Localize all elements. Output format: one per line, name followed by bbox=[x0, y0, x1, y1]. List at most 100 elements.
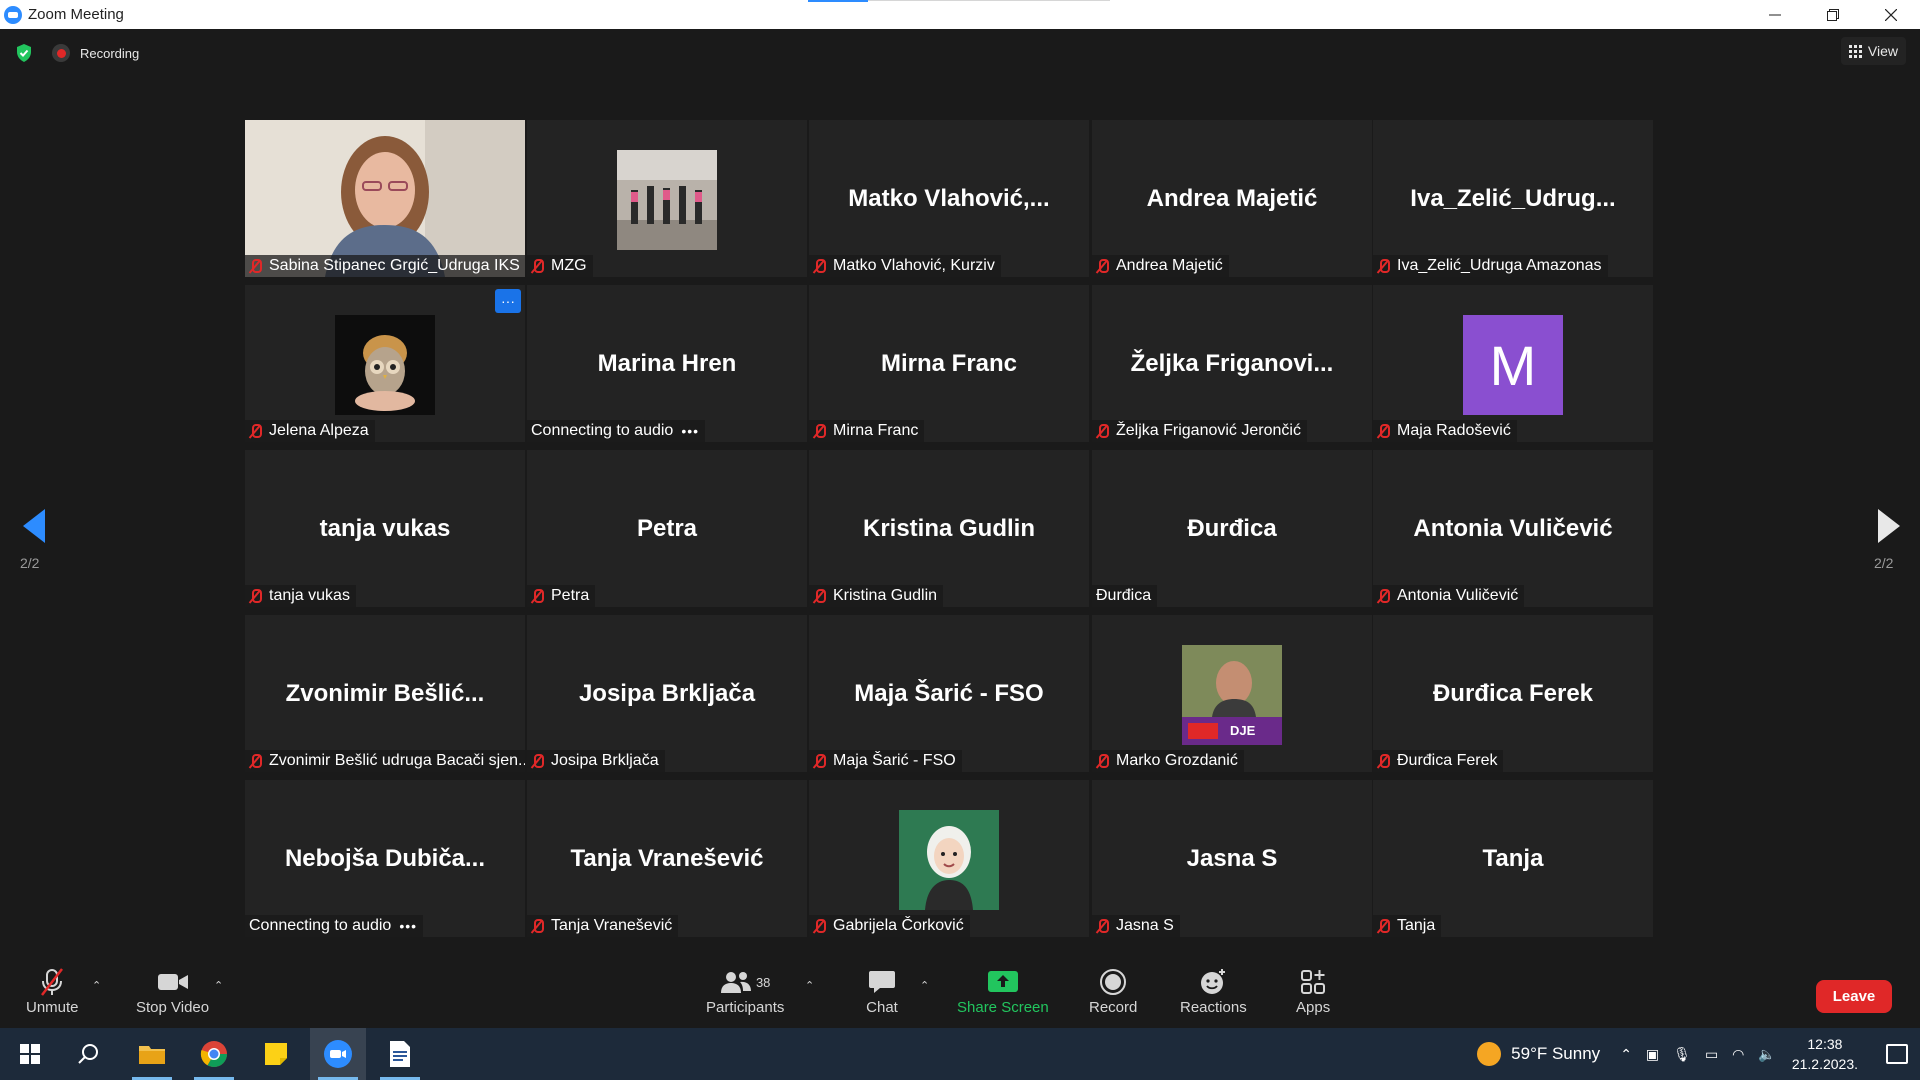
participant-tile[interactable]: Matko Vlahović,... Matko Vlahović, Kurziv bbox=[809, 120, 1089, 277]
wifi-icon[interactable]: ◠ bbox=[1732, 1046, 1744, 1063]
apps-label: Apps bbox=[1296, 999, 1331, 1016]
participant-name-text: Tanja Vranešević bbox=[551, 917, 673, 934]
meet-now-icon[interactable]: ▣ bbox=[1646, 1046, 1659, 1063]
leave-button[interactable]: Leave bbox=[1816, 980, 1892, 1013]
audio-options-caret-icon[interactable]: ⌃ bbox=[92, 979, 101, 992]
participant-tile[interactable]: Đurđica Đurđica bbox=[1092, 450, 1372, 607]
participant-tile[interactable]: Marina Hren Connecting to audio ••• bbox=[527, 285, 807, 442]
microphone-muted-icon bbox=[249, 423, 262, 439]
previous-page-button[interactable]: 2/2 bbox=[20, 509, 50, 609]
dance-group-image bbox=[617, 150, 717, 250]
microphone-muted-icon bbox=[1377, 753, 1390, 769]
close-button[interactable] bbox=[1862, 0, 1920, 29]
view-button[interactable]: View bbox=[1840, 37, 1906, 65]
chat-bubble-icon bbox=[866, 967, 898, 997]
chat-button[interactable]: Chat bbox=[866, 967, 898, 1016]
unmute-button[interactable]: Unmute bbox=[26, 967, 79, 1016]
participant-display-name: Tanja Vranešević bbox=[570, 844, 764, 872]
participant-tile[interactable]: Antonia Vuličević Antonia Vuličević bbox=[1373, 450, 1653, 607]
participant-name-text: Tanja bbox=[1397, 917, 1436, 934]
grid-view-icon bbox=[1848, 44, 1862, 58]
participants-options-caret-icon[interactable]: ⌃ bbox=[805, 979, 814, 992]
participant-tile[interactable]: Petra Petra bbox=[527, 450, 807, 607]
participant-tile[interactable]: Josipa Brkljača Josipa Brkljača bbox=[527, 615, 807, 772]
participant-name-label: Antonia Vuličević bbox=[1373, 585, 1525, 607]
weather-text[interactable]: 59°F Sunny bbox=[1511, 1044, 1600, 1064]
record-button[interactable]: Record bbox=[1089, 967, 1137, 1016]
participant-tile[interactable]: Andrea Majetić Andrea Majetić bbox=[1092, 120, 1372, 277]
zoom-taskbar-button[interactable] bbox=[310, 1028, 366, 1080]
battery-icon[interactable]: ▭ bbox=[1705, 1046, 1718, 1063]
tab-indicator-track bbox=[868, 0, 1110, 1]
participant-display-name: Tanja bbox=[1482, 844, 1544, 872]
speaker-icon[interactable]: 🔈 bbox=[1758, 1046, 1775, 1063]
next-page-button[interactable]: 2/2 bbox=[1874, 509, 1904, 609]
participant-display-name: Đurđica bbox=[1187, 514, 1277, 542]
participant-name-label: Matko Vlahović, Kurziv bbox=[809, 255, 1001, 277]
participant-name-text: tanja vukas bbox=[269, 587, 350, 604]
minimize-button[interactable] bbox=[1746, 0, 1804, 29]
participant-display-name: Iva_Zelić_Udrug... bbox=[1410, 184, 1616, 212]
participant-name-text: MZG bbox=[551, 257, 587, 274]
clock[interactable]: 12:38 21.2.2023. bbox=[1792, 1034, 1858, 1074]
microphone-muted-icon bbox=[813, 588, 826, 604]
participant-display-name: Matko Vlahović,... bbox=[848, 184, 1050, 212]
chrome-button[interactable] bbox=[186, 1028, 242, 1080]
share-screen-label: Share Screen bbox=[957, 999, 1049, 1016]
participants-count: 38 bbox=[755, 974, 771, 990]
participant-tile[interactable]: Gabrijela Čorković bbox=[809, 780, 1089, 937]
participant-display-name: Petra bbox=[636, 514, 698, 542]
participant-tile[interactable]: Zvonimir Bešlić... Zvonimir Bešlić udruga… bbox=[245, 615, 525, 772]
start-button[interactable] bbox=[2, 1028, 58, 1080]
restore-button[interactable] bbox=[1804, 0, 1862, 29]
participant-tile[interactable]: Kristina Gudlin Kristina Gudlin bbox=[809, 450, 1089, 607]
participant-tile[interactable]: Jasna S Jasna S bbox=[1092, 780, 1372, 937]
video-options-caret-icon[interactable]: ⌃ bbox=[214, 979, 223, 992]
participant-tile[interactable]: Maja Šarić - FSO Maja Šarić - FSO bbox=[809, 615, 1089, 772]
participant-tile[interactable]: Mirna Franc Mirna Franc bbox=[809, 285, 1089, 442]
sticky-notes-icon bbox=[265, 1043, 287, 1065]
reactions-button[interactable]: Reactions bbox=[1180, 967, 1247, 1016]
participant-display-name: Željka Friganovi... bbox=[1130, 349, 1334, 377]
participant-tile[interactable]: Đurđica Ferek Đurđica Ferek bbox=[1373, 615, 1653, 772]
participant-tile[interactable]: ··· Jelena Alpeza bbox=[245, 285, 525, 442]
participant-tile[interactable]: Nebojša Dubiča... Connecting to audio ••• bbox=[245, 780, 525, 937]
microphone-muted-icon bbox=[813, 423, 826, 439]
file-explorer-button[interactable] bbox=[124, 1028, 180, 1080]
chat-options-caret-icon[interactable]: ⌃ bbox=[920, 979, 929, 992]
zoom-icon bbox=[324, 1040, 352, 1068]
participant-tile[interactable]: Iva_Zelić_Udrug... Iva_Zelić_Udruga Amazo… bbox=[1373, 120, 1653, 277]
meeting-toolbar: Unmute ⌃ Stop Video ⌃ 38 Participants ⌃ … bbox=[0, 957, 1920, 1028]
apps-button[interactable]: Apps bbox=[1296, 967, 1330, 1016]
share-screen-button[interactable]: Share Screen bbox=[957, 967, 1049, 1016]
sticky-notes-button[interactable] bbox=[248, 1028, 304, 1080]
participant-tile[interactable]: M Maja Radošević bbox=[1373, 285, 1653, 442]
microphone-icon[interactable]: 🎙 bbox=[1673, 1046, 1691, 1063]
participant-more-options-button[interactable]: ··· bbox=[495, 289, 521, 313]
weather-sun-icon[interactable] bbox=[1477, 1042, 1502, 1066]
participant-display-name: Nebojša Dubiča... bbox=[284, 844, 486, 872]
participant-name-label: Tanja Vranešević bbox=[527, 915, 679, 937]
microphone-muted-icon bbox=[1096, 753, 1109, 769]
search-button[interactable] bbox=[60, 1028, 116, 1080]
recording-indicator-icon[interactable] bbox=[52, 44, 70, 62]
document-app-button[interactable] bbox=[372, 1028, 428, 1080]
notification-center-icon[interactable] bbox=[1886, 1044, 1908, 1064]
microphone-muted-icon bbox=[1377, 588, 1390, 604]
minimize-icon bbox=[1769, 14, 1781, 15]
security-shield-icon[interactable] bbox=[14, 43, 34, 63]
chevron-up-icon[interactable]: ⌃ bbox=[1620, 1046, 1632, 1063]
participant-name-text: Maja Šarić - FSO bbox=[833, 752, 956, 769]
participant-tile[interactable]: Željka Friganovi... Željka Friganović Jer… bbox=[1092, 285, 1372, 442]
participant-tile[interactable]: Tanja Vranešević Tanja Vranešević bbox=[527, 780, 807, 937]
participant-tile[interactable]: tanja vukas tanja vukas bbox=[245, 450, 525, 607]
participant-name-label: Željka Friganović Jerončić bbox=[1092, 420, 1307, 442]
close-icon bbox=[1885, 8, 1897, 21]
participant-tile[interactable]: Tanja Tanja bbox=[1373, 780, 1653, 937]
participants-button[interactable]: 38 Participants bbox=[706, 967, 784, 1016]
participant-name-label: Maja Šarić - FSO bbox=[809, 750, 962, 772]
participant-tile[interactable]: MZG bbox=[527, 120, 807, 277]
participant-tile[interactable]: DJE Marko Grozdanić bbox=[1092, 615, 1372, 772]
stop-video-button[interactable]: Stop Video bbox=[136, 967, 209, 1016]
participant-tile[interactable]: Sabina Stipanec Grgić_Udruga IKS bbox=[245, 120, 525, 277]
